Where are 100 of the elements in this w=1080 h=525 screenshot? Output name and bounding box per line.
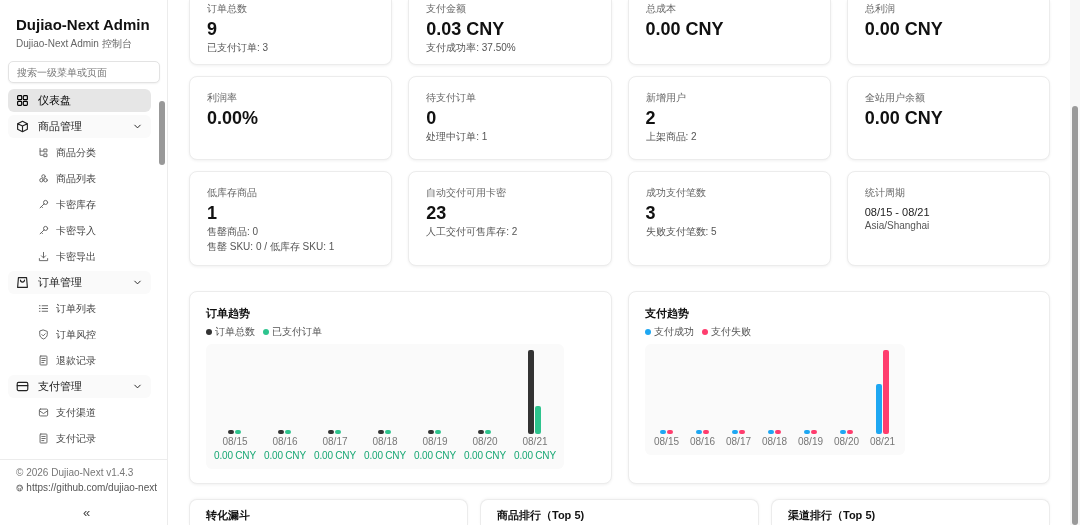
tree-icon	[38, 147, 49, 158]
legend-label: 已支付订单	[272, 325, 322, 339]
amount-label: 0.00 CNY	[364, 450, 406, 461]
date-label: 08/16	[272, 436, 298, 447]
amount-label: 0.00 CNY	[314, 450, 356, 461]
github-link[interactable]: https://github.com/dujiao-next	[16, 482, 157, 493]
amount-label: 0.00 CNY	[214, 450, 256, 461]
bar-pair-drawing	[695, 430, 710, 434]
stat-value: 0.03 CNY	[426, 19, 506, 40]
bar-pair-drawing	[228, 430, 242, 434]
mail-icon	[38, 407, 49, 418]
stat-label: 新增用户	[645, 91, 687, 105]
cube-icon	[16, 120, 29, 133]
circles-icon	[38, 173, 49, 184]
bar-pair-drawing	[478, 430, 492, 434]
bag-icon	[16, 276, 29, 289]
collapse-sidebar-button[interactable]: «	[78, 505, 95, 520]
amount-label: 0.00 CNY	[264, 450, 306, 461]
list-icon	[38, 303, 49, 314]
grid-icon	[16, 94, 29, 107]
date-label: 08/18	[372, 436, 398, 447]
amount-label: 0.00 CNY	[464, 450, 506, 461]
stat-note: Asia/Shanghai	[864, 220, 931, 231]
date-label: 08/21	[522, 436, 548, 447]
document-icon	[38, 433, 49, 444]
stat-value: 0.00 CNY	[864, 108, 944, 129]
menu-item[interactable]: 支付管理	[8, 375, 151, 398]
stat-label: 统计周期	[864, 186, 906, 200]
download-icon	[38, 251, 49, 262]
amount-label: 0.00 CNY	[414, 450, 456, 461]
stat-value: 0.00%	[207, 108, 260, 129]
date-label: 08/19	[798, 436, 823, 447]
page-scrollbar[interactable]	[1070, 0, 1080, 525]
stat-label: 全站用户余额	[864, 91, 926, 105]
submenu-item[interactable]: 卡密导入	[8, 219, 151, 242]
panel-title: 商品排行（Top 5)	[497, 508, 586, 522]
stat-label: 总利润	[864, 2, 896, 16]
bar-pair-drawing	[767, 430, 782, 434]
date-label: 08/20	[834, 436, 859, 447]
submenu-item[interactable]: 支付渠道	[8, 401, 151, 424]
key-icon	[38, 225, 49, 236]
date-label: 08/18	[762, 436, 787, 447]
submenu-item[interactable]: 退款记录	[8, 349, 151, 372]
stat-label: 订单总数	[207, 2, 248, 16]
period-range: 08/15 - 08/21	[864, 205, 931, 219]
submenu-item[interactable]: 商品列表	[8, 167, 151, 190]
submenu-item[interactable]: 支付记录	[8, 427, 151, 450]
card-icon	[16, 380, 29, 393]
stat-value: 0.00 CNY	[864, 19, 944, 40]
bar-pair-drawing	[428, 430, 442, 434]
stat-note: 人工交付可售库存: 2	[426, 225, 519, 239]
bar-pair-drawing	[278, 430, 292, 434]
stat-value: 0.00 CNY	[645, 19, 725, 40]
github-icon	[16, 482, 24, 493]
stat-label: 成功支付笔数	[645, 186, 707, 200]
stat-note: 失败支付笔数: 5	[645, 225, 718, 239]
stat-value: 2	[645, 108, 657, 129]
submenu-item[interactable]: 卡密库存	[8, 193, 151, 216]
stat-label: 自动交付可用卡密	[426, 186, 508, 200]
stat-value: 1	[207, 203, 218, 224]
stat-note: 已支付订单: 3	[207, 41, 270, 55]
legend-label: 订单总数	[215, 325, 255, 339]
menu-item[interactable]: 仪表盘	[8, 89, 151, 112]
bar-pair-drawing	[659, 430, 674, 434]
amount-label: 0.00 CNY	[514, 450, 556, 461]
chart-title: 订单趋势	[206, 306, 251, 321]
stat-label: 支付金额	[426, 2, 468, 16]
date-label: 08/15	[222, 436, 248, 447]
bar-pair-drawing	[328, 430, 342, 434]
stat-value: 0	[426, 108, 438, 129]
stat-label: 利润率	[207, 91, 238, 105]
submenu-item[interactable]: 卡密导出	[8, 245, 151, 268]
app-subtitle: Dujiao-Next Admin 控制台	[16, 37, 133, 51]
key-icon	[38, 199, 49, 210]
bar-pair-drawing	[839, 430, 854, 434]
submenu-item[interactable]: 商品分类	[8, 141, 151, 164]
date-label: 08/17	[322, 436, 348, 447]
stat-label: 低库存商品	[207, 186, 258, 200]
app-title: Dujiao-Next Admin	[16, 16, 151, 33]
date-label: 08/20	[472, 436, 498, 447]
panel-title: 渠道排行（Top 5)	[788, 508, 877, 522]
bar-pair-drawing	[803, 430, 818, 434]
stat-note: 上架商品: 2	[645, 130, 698, 144]
stat-label: 总成本	[645, 2, 677, 16]
stat-note: 支付成功率: 37.50%	[426, 41, 517, 55]
submenu-item[interactable]: 订单列表	[8, 297, 151, 320]
copyright-text: © 2026 Dujiao-Next v1.4.3	[16, 467, 135, 478]
menu-item[interactable]: 订单管理	[8, 271, 151, 294]
stat-note: 售罄 SKU: 0 / 低库存 SKU: 1	[207, 240, 336, 254]
menu-search-field[interactable]: 搜索一级菜单或页面	[8, 61, 160, 83]
legend-label: 支付失败	[710, 325, 751, 339]
menu-item[interactable]: 商品管理	[8, 115, 151, 138]
stat-value: 9	[207, 19, 218, 40]
date-label: 08/17	[726, 436, 751, 447]
stat-value: 3	[645, 203, 657, 224]
date-label: 08/19	[422, 436, 448, 447]
shield-icon	[38, 329, 49, 340]
submenu-item[interactable]: 订单风控	[8, 323, 151, 346]
document-icon	[38, 355, 49, 366]
date-label: 08/16	[690, 436, 715, 447]
